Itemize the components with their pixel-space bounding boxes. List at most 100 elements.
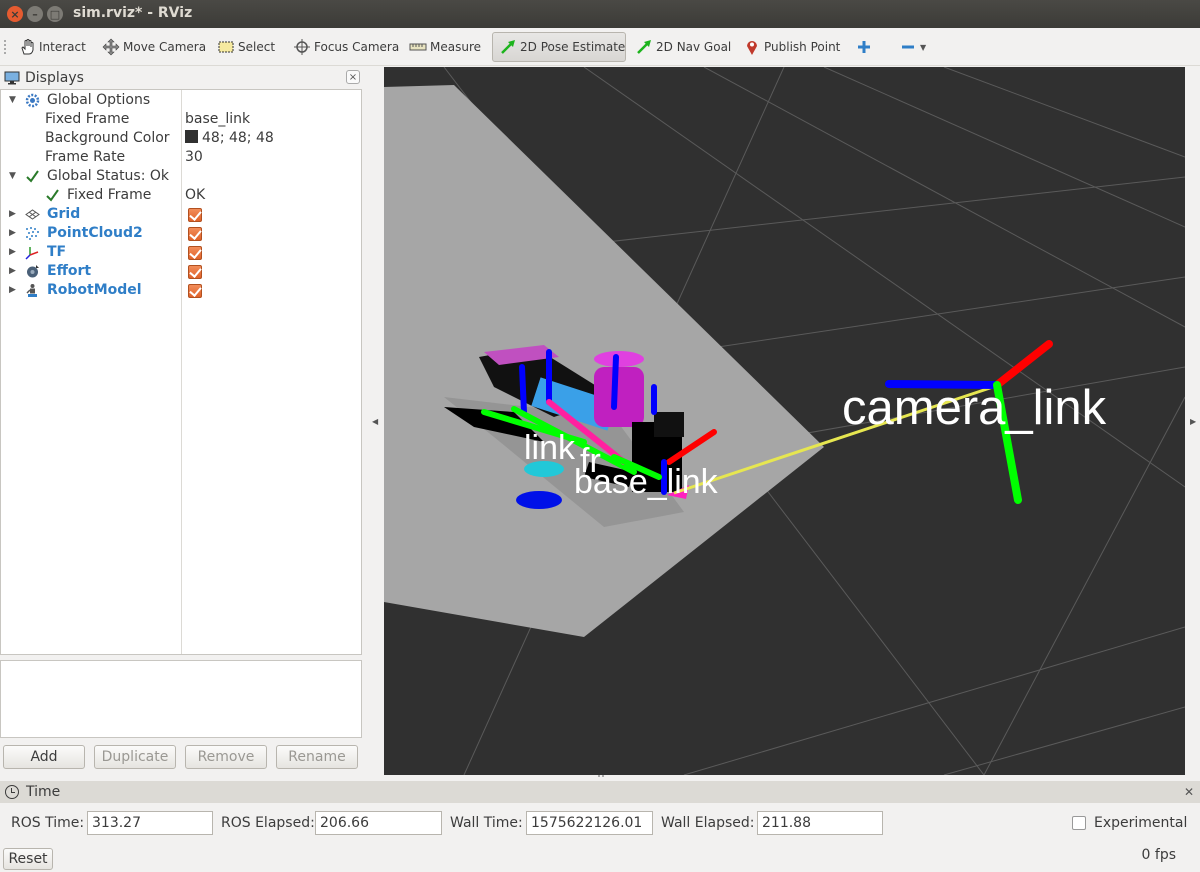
- map-pin-icon: [743, 38, 761, 56]
- time-panel-title: Time: [26, 784, 61, 800]
- remove-tool-button[interactable]: ▼: [893, 32, 932, 62]
- expand-arrow-icon[interactable]: ▼: [9, 91, 16, 110]
- maximize-window-button[interactable]: □: [47, 6, 63, 22]
- fps-readout: 0 fps: [1141, 847, 1176, 863]
- displays-panel-header: Displays ×: [0, 67, 364, 89]
- tool-publish-point[interactable]: Publish Point: [737, 32, 846, 62]
- collapse-right-arrow-icon[interactable]: ▶: [1190, 417, 1196, 426]
- 3d-render-view[interactable]: camera_link base_link link fr: [384, 67, 1185, 775]
- tree-row-background-color[interactable]: Background Color 48; 48; 48: [1, 129, 361, 148]
- ros-elapsed-label: ROS Elapsed:: [221, 815, 315, 831]
- tree-row-global-status[interactable]: ▼ Global Status: Ok: [1, 167, 361, 186]
- panel-splitter[interactable]: ◀: [364, 67, 384, 775]
- expand-arrow-icon[interactable]: ▶: [9, 262, 16, 281]
- chevron-down-icon: ▼: [920, 42, 927, 52]
- select-box-icon: [217, 38, 235, 56]
- pointcloud2-enabled-checkbox[interactable]: [188, 227, 202, 241]
- wall-elapsed-label: Wall Elapsed:: [661, 815, 755, 831]
- time-panel: ROS Time: ROS Elapsed: Wall Time: Wall E…: [0, 803, 1200, 843]
- monitor-icon: [4, 71, 20, 85]
- clock-icon: [5, 785, 19, 799]
- tree-row-pointcloud2[interactable]: ▶ PointCloud2: [1, 224, 361, 243]
- fixed-frame-value[interactable]: base_link: [185, 110, 250, 129]
- ros-time-label: ROS Time:: [11, 815, 85, 831]
- experimental-checkbox[interactable]: [1072, 816, 1086, 830]
- add-tool-button[interactable]: [849, 32, 882, 62]
- camera-link-label: camera_link: [842, 381, 1107, 435]
- tool-interact[interactable]: Interact: [12, 32, 92, 62]
- tree-row-status-fixed-frame[interactable]: Fixed Frame OK: [1, 186, 361, 205]
- experimental-label: Experimental: [1094, 815, 1188, 831]
- displays-tree: ▼ Global Options Fixed Frame base_link B…: [0, 89, 362, 655]
- displays-title: Displays: [25, 70, 84, 86]
- toolbar-grip[interactable]: [4, 40, 7, 54]
- tool-move-camera[interactable]: Move Camera: [96, 32, 212, 62]
- plus-icon: [855, 38, 873, 56]
- grid-icon: [25, 207, 40, 222]
- tree-row-frame-rate[interactable]: Frame Rate 30: [1, 148, 361, 167]
- displays-panel: Displays × ▼ Global Options Fixed Frame …: [0, 67, 364, 775]
- check-icon: [45, 188, 60, 203]
- title-bar: × – □ sim.rviz* - RViz: [0, 0, 1200, 28]
- tool-select[interactable]: Select: [211, 32, 281, 62]
- rename-display-button[interactable]: Rename: [276, 745, 358, 769]
- tf-enabled-checkbox[interactable]: [188, 246, 202, 260]
- tree-row-global-options[interactable]: ▼ Global Options: [1, 91, 361, 110]
- color-swatch: [185, 130, 198, 143]
- tree-row-effort[interactable]: ▶ Effort: [1, 262, 361, 281]
- close-time-panel-button[interactable]: ✕: [1184, 785, 1194, 799]
- window-title: sim.rviz* - RViz: [73, 5, 193, 21]
- add-display-button[interactable]: Add: [3, 745, 85, 769]
- move-camera-icon: [102, 38, 120, 56]
- green-arrow-icon: [635, 38, 653, 56]
- ros-time-field[interactable]: [87, 811, 213, 835]
- gear-icon: [25, 93, 40, 108]
- tool-2d-nav-goal[interactable]: 2D Nav Goal: [629, 32, 737, 62]
- duplicate-display-button[interactable]: Duplicate: [94, 745, 176, 769]
- robot-icon: [25, 283, 40, 298]
- tool-2d-pose-estimate[interactable]: 2D Pose Estimate: [492, 32, 626, 62]
- collapse-left-arrow-icon[interactable]: ◀: [372, 417, 378, 426]
- minus-icon: [899, 38, 917, 56]
- wall-time-field[interactable]: [526, 811, 653, 835]
- tool-measure[interactable]: Measure: [403, 32, 487, 62]
- ros-elapsed-field[interactable]: [315, 811, 442, 835]
- property-description-area: [0, 660, 362, 738]
- fr-label: fr: [580, 442, 601, 480]
- reset-button[interactable]: Reset: [3, 848, 53, 870]
- ruler-icon: [409, 38, 427, 56]
- expand-arrow-icon[interactable]: ▶: [9, 205, 16, 224]
- effort-enabled-checkbox[interactable]: [188, 265, 202, 279]
- remove-display-button[interactable]: Remove: [185, 745, 267, 769]
- close-window-button[interactable]: ×: [7, 6, 23, 22]
- tree-row-grid[interactable]: ▶ Grid: [1, 205, 361, 224]
- expand-arrow-icon[interactable]: ▶: [9, 281, 16, 300]
- background-color-value[interactable]: 48; 48; 48: [185, 129, 274, 148]
- status-bar: Reset 0 fps: [0, 843, 1200, 872]
- grid-enabled-checkbox[interactable]: [188, 208, 202, 222]
- hand-icon: [18, 38, 36, 56]
- toolbar: Interact Move Camera Select Focus Camera…: [0, 28, 1200, 66]
- expand-arrow-icon[interactable]: ▶: [9, 224, 16, 243]
- right-splitter[interactable]: ▶: [1185, 67, 1200, 775]
- frame-rate-value[interactable]: 30: [185, 148, 203, 167]
- green-arrow-icon: [499, 38, 517, 56]
- tree-row-tf[interactable]: ▶ TF: [1, 243, 361, 262]
- time-panel-header: Time ✕: [0, 781, 1200, 803]
- status-value: OK: [185, 187, 206, 203]
- expand-arrow-icon[interactable]: ▶: [9, 243, 16, 262]
- focus-camera-icon: [293, 38, 311, 56]
- tf-axes-icon: [25, 245, 40, 260]
- tree-row-fixed-frame[interactable]: Fixed Frame base_link: [1, 110, 361, 129]
- expand-arrow-icon[interactable]: ▼: [9, 167, 16, 186]
- tree-row-robotmodel[interactable]: ▶ RobotModel: [1, 281, 361, 300]
- close-panel-button[interactable]: ×: [346, 70, 360, 84]
- wall-elapsed-field[interactable]: [757, 811, 883, 835]
- check-icon: [25, 169, 40, 184]
- robotmodel-enabled-checkbox[interactable]: [188, 284, 202, 298]
- wall-time-label: Wall Time:: [450, 815, 523, 831]
- minimize-window-button[interactable]: –: [27, 6, 43, 22]
- link-label: link: [524, 429, 576, 467]
- tool-focus-camera[interactable]: Focus Camera: [287, 32, 405, 62]
- effort-icon: [25, 264, 40, 279]
